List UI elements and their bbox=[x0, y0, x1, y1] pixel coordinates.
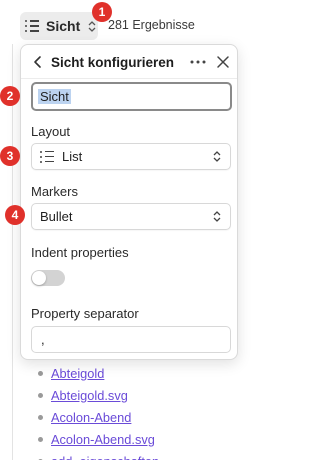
separator-label: Property separator bbox=[31, 306, 139, 321]
file-link[interactable]: Abteigold bbox=[51, 366, 104, 381]
file-link[interactable]: Acolon-Abend.svg bbox=[51, 432, 155, 447]
layout-select[interactable]: List bbox=[31, 143, 231, 170]
bullet-icon bbox=[38, 392, 43, 398]
left-border bbox=[12, 44, 13, 460]
results-count: 281 Ergebnisse bbox=[108, 18, 195, 32]
file-list: Abteigold Abteigold.svg Acolon-Abend Aco… bbox=[38, 362, 159, 460]
file-link[interactable]: Abteigold.svg bbox=[51, 388, 128, 403]
list-item: add_eigenschaften bbox=[38, 450, 159, 460]
markers-value: Bullet bbox=[40, 209, 73, 224]
configure-view-popover: Sicht konfigurieren Sicht Layout List Ma… bbox=[20, 44, 238, 360]
toggle-knob bbox=[32, 271, 46, 285]
step-badge-2: 2 bbox=[0, 86, 20, 106]
view-selector-button[interactable]: Sicht bbox=[20, 12, 98, 40]
separator-value: , bbox=[41, 332, 45, 347]
chevron-left-icon[interactable] bbox=[31, 55, 45, 69]
markers-select[interactable]: Bullet bbox=[31, 203, 231, 230]
markers-label: Markers bbox=[31, 184, 78, 199]
indent-toggle[interactable] bbox=[31, 270, 65, 286]
file-link[interactable]: add_eigenschaften bbox=[51, 454, 159, 460]
step-badge-3: 3 bbox=[0, 146, 20, 166]
popover-title: Sicht konfigurieren bbox=[51, 55, 175, 70]
step-badge-1: 1 bbox=[92, 2, 112, 22]
layout-label: Layout bbox=[31, 124, 71, 139]
chevron-up-down-icon bbox=[213, 151, 221, 162]
file-link[interactable]: Acolon-Abend bbox=[51, 410, 131, 425]
popover-header: Sicht konfigurieren bbox=[21, 45, 237, 79]
separator-input[interactable]: , bbox=[31, 326, 231, 353]
indent-label: Indent properties bbox=[31, 245, 129, 260]
bullet-icon bbox=[38, 414, 43, 420]
list-item: Acolon-Abend.svg bbox=[38, 428, 159, 450]
view-name-input[interactable]: Sicht bbox=[31, 82, 232, 111]
list-item: Abteigold.svg bbox=[38, 384, 159, 406]
more-icon[interactable] bbox=[189, 55, 207, 69]
view-selector-label: Sicht bbox=[46, 18, 81, 34]
view-name-text: Sicht bbox=[38, 89, 71, 104]
list-item: Acolon-Abend bbox=[38, 406, 159, 428]
list-item: Abteigold bbox=[38, 362, 159, 384]
close-icon[interactable] bbox=[216, 55, 230, 69]
bullet-icon bbox=[38, 436, 43, 442]
step-badge-4: 4 bbox=[5, 205, 25, 225]
list-icon bbox=[25, 20, 40, 32]
chevron-up-down-icon bbox=[213, 211, 221, 222]
chevron-up-down-icon bbox=[88, 20, 96, 32]
bullet-icon bbox=[38, 370, 43, 376]
list-icon bbox=[40, 150, 55, 163]
layout-value: List bbox=[62, 149, 83, 164]
